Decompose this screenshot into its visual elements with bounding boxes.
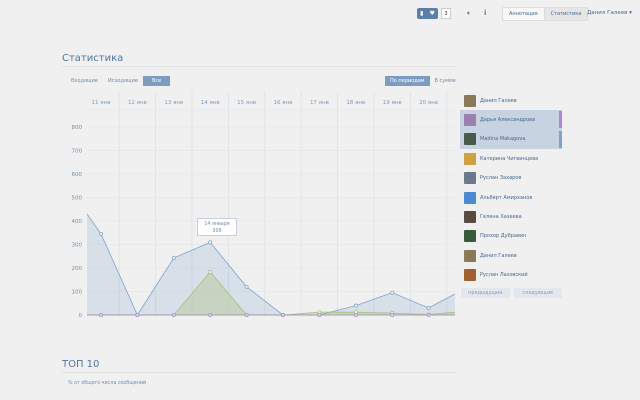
x-tick-label: 13 янв: [164, 100, 183, 106]
data-point: [390, 290, 395, 295]
x-tick-label: 20 янв: [419, 100, 438, 106]
y-tick-label: 100: [72, 290, 83, 296]
data-point: [244, 284, 249, 289]
x-tick-label: 11 янв: [92, 100, 111, 106]
avatar: [464, 114, 476, 127]
chart-tooltip: 14 января 309: [197, 218, 237, 236]
avatar: [464, 249, 476, 262]
y-tick-label: 800: [72, 125, 83, 131]
divider: [62, 372, 457, 373]
x-tick-label: 12 янв: [128, 100, 147, 106]
avatar: [464, 230, 476, 243]
person-name: Данил Галеев: [480, 252, 517, 259]
pager: предыдущие следующие: [461, 288, 562, 298]
person-item[interactable]: Катерина Чигвинцева: [460, 149, 562, 168]
x-tick-label: 15 янв: [237, 100, 256, 106]
y-tick-label: 300: [72, 243, 83, 249]
person-name: Дарья Александрова: [480, 117, 536, 124]
person-name: Данил Галеев: [480, 97, 517, 104]
person-item[interactable]: Madina Makagova: [460, 129, 562, 150]
x-tick-label: 14 янв: [201, 100, 220, 106]
person-name: Madina Makagova: [480, 136, 526, 143]
y-tick-label: 200: [72, 266, 83, 272]
person-item[interactable]: Руслан Захаров: [460, 169, 562, 188]
person-name: Альберт Амирханов: [480, 194, 533, 201]
series-color-marker: [559, 111, 562, 129]
plot-area: [87, 92, 455, 317]
x-tick-label: 18 янв: [346, 100, 365, 106]
data-point: [99, 231, 103, 236]
person-item[interactable]: Прохор Дубравин: [460, 227, 562, 246]
next-button[interactable]: следующие: [513, 288, 562, 298]
people-list: Данил Галеев Дарья Александрова Madina Mak…: [460, 91, 562, 285]
y-tick-label: 500: [72, 196, 83, 202]
x-tick-label: 19 янв: [383, 100, 402, 106]
prev-button[interactable]: предыдущие: [461, 288, 510, 298]
data-point: [353, 303, 358, 308]
avatar: [464, 133, 476, 146]
person-name: Руслан Лазовский: [480, 272, 528, 279]
data-point: [208, 240, 213, 245]
y-tick-label: 0: [79, 313, 83, 319]
person-item[interactable]: Данил Галеев: [460, 91, 562, 110]
person-item[interactable]: Данил Галеев: [460, 246, 562, 265]
x-tick-label: 16 янв: [274, 100, 293, 106]
y-tick-label: 400: [72, 219, 83, 225]
x-tick-label: 17 янв: [310, 100, 329, 106]
series-color-marker: [559, 130, 562, 148]
person-name: Руслан Захаров: [480, 175, 522, 182]
person-item[interactable]: Руслан Лазовский: [460, 266, 562, 285]
top10-title: ТОП 10: [62, 359, 100, 370]
avatar: [464, 211, 476, 224]
person-item[interactable]: Альберт Амирханов: [460, 188, 562, 207]
y-tick-label: 600: [72, 172, 83, 178]
avatar: [464, 172, 476, 185]
data-point: [208, 270, 213, 274]
person-name: Катерина Чигвинцева: [480, 155, 539, 162]
tooltip-date: 14 января: [204, 222, 230, 227]
person-name: Гелена Хазеева: [480, 214, 522, 221]
data-point: [171, 255, 176, 260]
person-name: Прохор Дубравин: [480, 233, 527, 240]
data-point: [426, 306, 431, 310]
avatar: [464, 152, 476, 165]
person-item[interactable]: Гелена Хазеева: [460, 207, 562, 226]
avatar: [464, 269, 476, 282]
avatar: [464, 191, 476, 204]
y-tick-label: 700: [72, 149, 83, 155]
top10-note: % от общего числа сообщений: [68, 381, 147, 386]
tooltip-value: 309: [212, 229, 222, 234]
person-item[interactable]: Дарья Александрова: [460, 110, 562, 130]
avatar: [464, 94, 476, 107]
